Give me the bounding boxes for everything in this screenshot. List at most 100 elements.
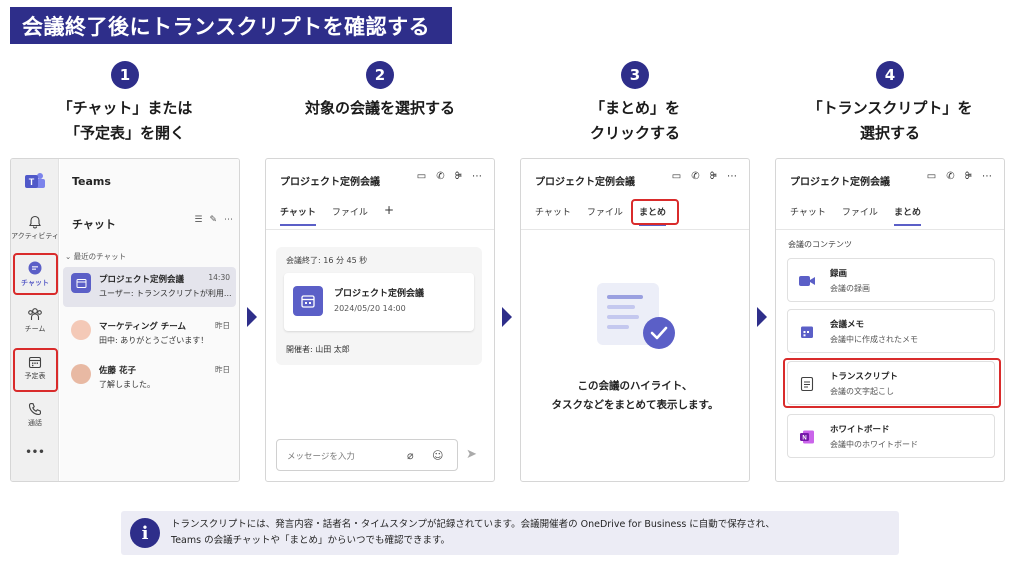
svg-text:T: T <box>29 177 35 187</box>
chat-item-marketing-team[interactable]: マーケティング チーム 昨日 田中: ありがとうございます！ <box>63 314 236 354</box>
phone-icon[interactable]: ✆ <box>946 171 954 182</box>
chat-list-pane: Teams チャット ☰ ✎ ⋯ ⌄ 最近のチャット プロジェクト定例会議 14… <box>60 159 239 481</box>
calendar-icon <box>293 286 323 316</box>
content-title: 会議メモ <box>830 320 865 330</box>
meeting-organizer: 開催者: 山田 太郎 <box>286 345 350 354</box>
step-1-caption-line-1: 「チャット」または <box>57 99 193 117</box>
people-icon[interactable]: ꔭ <box>965 171 972 182</box>
step-1-caption-line-2: 「予定表」を開く <box>64 124 185 142</box>
avatar <box>71 364 91 384</box>
info-text-line-1: トランスクリプトには、発言内容・話者名・タイムスタンプが記録されています。会議開… <box>171 519 775 530</box>
step-arrow <box>502 307 512 327</box>
step-3-number: 3 <box>621 61 649 89</box>
tab-chat[interactable]: チャット <box>790 205 826 218</box>
info-note: i トランスクリプトには、発言内容・話者名・タイムスタンプが記録されています。会… <box>121 511 899 555</box>
video-call-icon[interactable]: ▭ <box>927 171 936 182</box>
content-item-whiteboard[interactable]: N ホワイトボード 会議中のホワイトボード <box>787 414 995 458</box>
header-divider <box>521 229 749 230</box>
meeting-ended-text: 会議終了: 16 分 45 秒 <box>286 256 368 265</box>
chat-preview: 了解しました。 <box>99 380 155 389</box>
recap-illustration-icon <box>597 283 675 349</box>
tab-files[interactable]: ファイル <box>842 205 878 218</box>
chat-preview: 田中: ありがとうございます！ <box>99 336 209 345</box>
meeting-ended-card[interactable]: 会議終了: 16 分 45 秒 プロジェクト定例会議 2024/05/20 14… <box>276 247 482 365</box>
header-actions: ▭ ✆ ꔭ ⋯ <box>927 171 992 182</box>
more-icon[interactable]: ⋯ <box>472 171 482 182</box>
chat-time: 昨日 <box>215 365 230 374</box>
rail-activity[interactable]: アクティビティ <box>11 215 59 241</box>
page-title: 会議終了後にトランスクリプトを確認する <box>10 7 452 44</box>
tab-chat[interactable]: チャット <box>535 205 571 218</box>
step-3-caption-line-2: クリックする <box>589 124 680 142</box>
step-2-number: 2 <box>366 61 394 89</box>
step-arrow <box>247 307 257 327</box>
people-icon[interactable]: ꔭ <box>710 171 717 182</box>
content-section-label: 会議のコンテンツ <box>788 240 852 249</box>
new-chat-icon[interactable]: ✎ <box>209 215 217 225</box>
chat-item-sato-hanako[interactable]: 佐藤 花子 昨日 了解しました。 <box>63 358 236 398</box>
info-icon: i <box>130 518 160 548</box>
step-2-caption: 対象の会議を選択する <box>265 96 495 121</box>
meeting-tabs: チャット ファイル まとめ <box>790 205 921 226</box>
recent-chats-label[interactable]: ⌄ 最近のチャット <box>65 251 126 262</box>
meeting-tabs: チャット ファイル + <box>280 203 394 226</box>
people-icon[interactable]: ꔭ <box>455 171 462 182</box>
whiteboard-icon: N <box>798 428 816 446</box>
rail-activity-label: アクティビティ <box>11 232 59 240</box>
add-tab-button[interactable]: + <box>384 203 394 218</box>
phone-icon[interactable]: ✆ <box>691 171 699 182</box>
calendar-icon <box>76 278 86 288</box>
meeting-title: プロジェクト定例会議 <box>280 177 380 188</box>
video-call-icon[interactable]: ▭ <box>672 171 681 182</box>
tab-recap[interactable]: まとめ <box>893 205 921 226</box>
step-4-caption: 「トランスクリプト」を 選択する <box>775 96 1005 146</box>
recap-description: この会議のハイライト、 タスクなどをまとめて表示します。 <box>521 377 749 415</box>
more-icon[interactable]: ⋯ <box>982 171 992 182</box>
meeting-chat-panel: プロジェクト定例会議 ▭ ✆ ꔭ ⋯ チャット ファイル + 会議終了: 16 … <box>265 158 495 482</box>
more-icon[interactable]: ⋯ <box>727 171 737 182</box>
step-3-caption: 「まとめ」を クリックする <box>520 96 750 146</box>
meeting-info[interactable]: プロジェクト定例会議 2024/05/20 14:00 <box>284 273 474 331</box>
content-subtitle: 会議中のホワイトボード <box>830 440 918 449</box>
teams-chat-panel: T アクティビティ チャット チーム 予定表 通話 ••• Teams チャット… <box>10 158 240 482</box>
chat-item-project-meeting[interactable]: プロジェクト定例会議 14:30 ユーザー: トランスクリプトが利用... <box>63 267 236 307</box>
meeting-avatar <box>71 273 91 293</box>
step-4-number: 4 <box>876 61 904 89</box>
recap-description-line-2: タスクなどをまとめて表示します。 <box>551 399 719 411</box>
more-options-icon[interactable]: ⋯ <box>224 215 233 225</box>
step-4-caption-line-1: 「トランスクリプト」を <box>807 99 973 117</box>
video-icon <box>798 272 816 290</box>
header-divider <box>266 229 494 230</box>
tab-files[interactable]: ファイル <box>332 205 368 218</box>
header-divider <box>776 229 1004 230</box>
filter-icon[interactable]: ☰ <box>194 215 202 225</box>
meeting-date: 2024/05/20 14:00 <box>334 304 406 313</box>
emoji-icon[interactable]: ☺ <box>432 449 443 462</box>
meeting-recap-panel: プロジェクト定例会議 ▭ ✆ ꔭ ⋯ チャット ファイル まとめ この会議のハイ… <box>520 158 750 482</box>
rail-calls[interactable]: 通話 <box>11 402 59 428</box>
more-icon[interactable]: ••• <box>11 447 59 458</box>
attach-icon[interactable]: ⌀ <box>407 449 414 462</box>
calendar-highlight <box>13 348 58 392</box>
tab-files[interactable]: ファイル <box>587 205 623 218</box>
message-input[interactable]: メッセージを入力 ⌀ ☺ <box>276 439 458 471</box>
rail-teams[interactable]: チーム <box>11 307 59 334</box>
send-icon[interactable]: ➤ <box>466 447 477 462</box>
chat-name: プロジェクト定例会議 <box>99 275 185 285</box>
step-arrow <box>757 307 767 327</box>
teams-icon <box>28 308 42 320</box>
video-call-icon[interactable]: ▭ <box>417 171 426 182</box>
chat-highlight <box>13 253 58 295</box>
chat-name: 佐藤 花子 <box>99 366 136 376</box>
rail-teams-label: チーム <box>24 325 46 333</box>
content-subtitle: 会議の録画 <box>830 284 870 293</box>
chat-heading: チャット <box>72 218 116 231</box>
tab-chat[interactable]: チャット <box>280 205 316 226</box>
content-item-recording[interactable]: 録画 会議の録画 <box>787 258 995 302</box>
content-item-notes[interactable]: 会議メモ 会議中に作成されたメモ <box>787 309 995 353</box>
phone-icon[interactable]: ✆ <box>436 171 444 182</box>
chat-tools: ☰ ✎ ⋯ <box>194 215 233 225</box>
step-4-caption-line-2: 選択する <box>859 124 920 142</box>
phone-icon <box>28 402 42 416</box>
chat-time: 14:30 <box>208 273 230 282</box>
